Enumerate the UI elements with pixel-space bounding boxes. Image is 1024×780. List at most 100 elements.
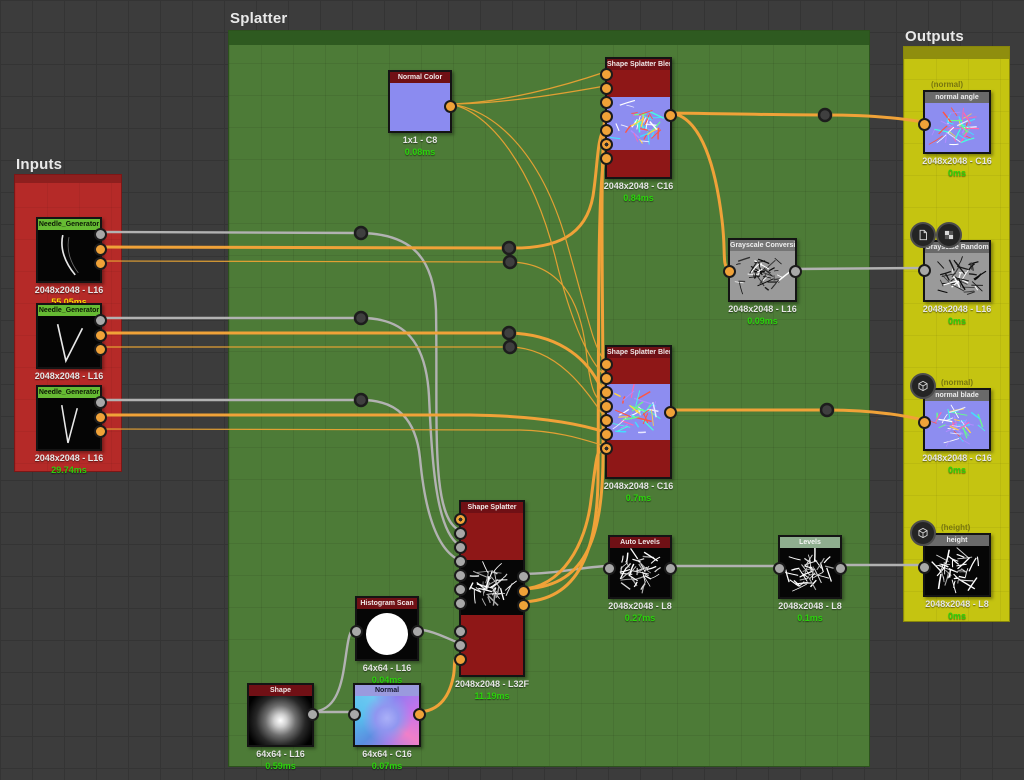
input-port[interactable]	[723, 265, 736, 278]
input-port[interactable]	[600, 152, 613, 165]
output-port[interactable]	[306, 708, 319, 721]
node-shape-splatter[interactable]: Shape Splatter 2048x2048 - L32F 11.19ms	[454, 500, 530, 701]
wire[interactable]	[98, 126, 607, 250]
input-port[interactable]	[600, 414, 613, 427]
wire[interactable]	[669, 111, 730, 271]
input-port[interactable]	[918, 416, 931, 429]
input-port[interactable]	[600, 124, 613, 137]
wire-junction-dot[interactable]	[501, 240, 517, 256]
wire[interactable]	[448, 85, 606, 105]
input-port[interactable]	[454, 597, 467, 610]
output-port[interactable]	[789, 265, 802, 278]
node-needle-generator-1[interactable]: Needle_Generator 2048x2048 - L16 55.05ms	[35, 217, 107, 307]
wire[interactable]	[98, 428, 606, 447]
wire[interactable]	[448, 103, 606, 363]
input-port[interactable]	[454, 569, 467, 582]
input-port[interactable]	[773, 562, 786, 575]
input-port[interactable]	[348, 708, 361, 721]
input-port[interactable]	[454, 513, 467, 526]
input-port[interactable]	[918, 118, 931, 131]
input-port[interactable]	[454, 639, 467, 652]
node-output-grayscale-random[interactable]: Grayscale Random 2048x2048 - L16 0ms	[918, 240, 991, 326]
wire[interactable]	[99, 331, 606, 392]
input-port[interactable]	[603, 562, 616, 575]
cube-icon[interactable]	[910, 373, 936, 399]
input-port[interactable]	[600, 82, 613, 95]
wire[interactable]	[670, 408, 924, 422]
input-port[interactable]	[454, 653, 467, 666]
input-port[interactable]	[600, 400, 613, 413]
node-output-height[interactable]: (height) height 2048x2048 - L8 0ms	[918, 523, 991, 621]
input-port[interactable]	[454, 555, 467, 568]
input-port[interactable]	[600, 68, 613, 81]
input-port[interactable]	[600, 386, 613, 399]
node-shape-splatter-blend-2[interactable]: Shape Splatter Blend C... 2048x2048 - C1…	[600, 345, 677, 503]
output-port[interactable]	[664, 109, 677, 122]
node-histogram-scan[interactable]: Histogram Scan 64x64 - L16 0.04ms	[350, 596, 424, 685]
input-port[interactable]	[600, 372, 613, 385]
output-port[interactable]	[517, 585, 530, 598]
node-needle-generator-2[interactable]: Needle_Generator 2048x2048 - L16 176.08m…	[35, 303, 107, 393]
node-needle-generator-3[interactable]: Needle_Generator 2048x2048 - L16 29.74ms	[35, 385, 107, 475]
output-port[interactable]	[517, 570, 530, 583]
input-port[interactable]	[918, 561, 931, 574]
input-port[interactable]	[454, 625, 467, 638]
input-port[interactable]	[454, 527, 467, 540]
wire[interactable]	[792, 266, 924, 271]
wire-junction-dot[interactable]	[353, 392, 369, 408]
wire-junction-dot[interactable]	[501, 325, 517, 341]
input-port[interactable]	[600, 110, 613, 123]
node-grayscale-conversion[interactable]: Grayscale Conversion 2048x2048 - L16 0.0…	[723, 238, 802, 326]
node-graph-canvas[interactable]: { "frames": { "splatter": {"title": "Spl…	[0, 0, 1024, 780]
input-port[interactable]	[350, 625, 363, 638]
wire[interactable]	[98, 230, 460, 532]
wire-junction-dot[interactable]	[502, 254, 518, 270]
wire[interactable]	[448, 71, 606, 105]
input-port[interactable]	[600, 358, 613, 371]
wire[interactable]	[99, 346, 606, 419]
wire[interactable]	[99, 398, 460, 562]
wire-junction-dot[interactable]	[819, 402, 835, 418]
wire[interactable]	[669, 111, 924, 124]
output-port[interactable]	[94, 243, 107, 256]
input-port[interactable]	[918, 264, 931, 277]
output-port[interactable]	[94, 257, 107, 270]
node-shape-splatter-blend-1[interactable]: Shape Splatter Blend C... 2048x2048 - C1…	[600, 57, 677, 203]
wire-junction-dot[interactable]	[817, 107, 833, 123]
output-port[interactable]	[94, 411, 107, 424]
input-port[interactable]	[600, 442, 613, 455]
node-title: Levels	[780, 537, 840, 548]
input-port[interactable]	[454, 541, 467, 554]
cube-icon[interactable]	[910, 520, 936, 546]
output-port[interactable]	[94, 314, 107, 327]
output-port[interactable]	[444, 100, 457, 113]
input-port[interactable]	[600, 96, 613, 109]
output-port[interactable]	[94, 329, 107, 342]
node-shape[interactable]: Shape 64x64 - L16 0.59ms	[247, 683, 319, 771]
output-port[interactable]	[411, 625, 424, 638]
wire-junction-dot[interactable]	[502, 339, 518, 355]
wire-junction-dot[interactable]	[353, 225, 369, 241]
output-port[interactable]	[834, 562, 847, 575]
node-output-normal-blade[interactable]: (normal) normal blade 2048x2048 - C16 0m…	[918, 378, 992, 475]
input-port[interactable]	[600, 428, 613, 441]
output-port[interactable]	[94, 343, 107, 356]
output-port[interactable]	[94, 228, 107, 241]
page-icon[interactable]	[910, 222, 936, 248]
input-port[interactable]	[600, 138, 613, 151]
node-output-normal-angle[interactable]: (normal) normal angle 2048x2048 - C16 0m…	[918, 80, 992, 178]
node-auto-levels[interactable]: Auto Levels 2048x2048 - L8 0.27ms	[603, 535, 677, 623]
node-normal-color[interactable]: Normal Color 1x1 - C8 0.08ms	[388, 70, 457, 157]
wire[interactable]	[99, 316, 460, 547]
output-port[interactable]	[664, 562, 677, 575]
wire-junction-dot[interactable]	[353, 310, 369, 326]
output-port[interactable]	[413, 708, 426, 721]
output-port[interactable]	[517, 599, 530, 612]
node-levels[interactable]: Levels 2048x2048 - L8 0.1ms	[773, 535, 847, 623]
output-port[interactable]	[94, 425, 107, 438]
checker-icon[interactable]	[936, 222, 962, 248]
output-port[interactable]	[664, 406, 677, 419]
output-port[interactable]	[94, 396, 107, 409]
input-port[interactable]	[454, 583, 467, 596]
node-normal[interactable]: Normal 64x64 - C16 0.07ms	[348, 683, 426, 771]
